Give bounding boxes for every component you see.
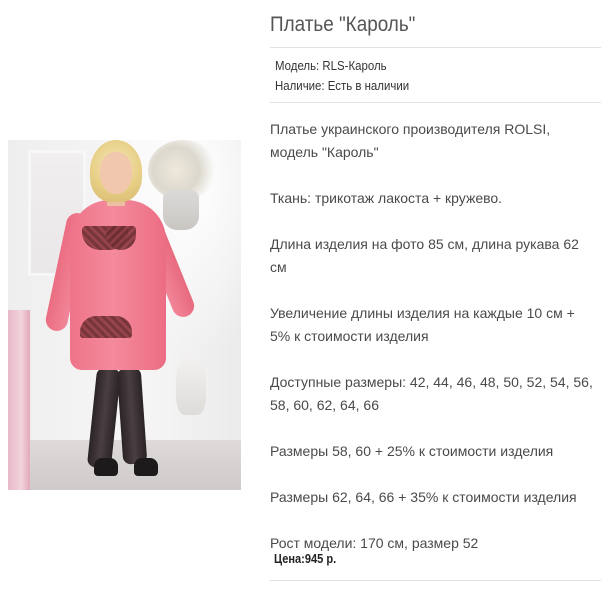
- model-leg-right: [116, 367, 148, 465]
- desc-length-extension: Увеличение длины изделия на каждые 10 см…: [270, 305, 575, 344]
- product-meta: Модель: RLS-Кароль Наличие: Есть в налич…: [275, 56, 409, 96]
- product-photo[interactable]: [8, 140, 241, 490]
- desc-length: Длина изделия на фото 85 см, длина рукав…: [270, 236, 579, 275]
- desc-size-surcharge-62-66: Размеры 62, 64, 66 + 35% к стоимости изд…: [270, 489, 577, 505]
- divider-top: [270, 47, 601, 48]
- product-price: Цена:945 р.: [274, 551, 337, 566]
- model-code: Модель: RLS-Кароль: [275, 58, 387, 73]
- model-shoe-right: [134, 458, 158, 476]
- desc-fabric: Ткань: трикотаж лакоста + кружево.: [270, 190, 503, 206]
- model-figure: [8, 140, 241, 490]
- availability-status: Наличие: Есть в наличии: [275, 78, 410, 93]
- desc-sizes: Доступные размеры: 42, 44, 46, 48, 50, 5…: [270, 374, 593, 413]
- desc-size-surcharge-58-60: Размеры 58, 60 + 25% к стоимости изделия: [270, 443, 554, 459]
- dress-lace-bottom: [80, 316, 132, 338]
- divider-meta: [270, 102, 601, 103]
- model-shoe-left: [94, 458, 118, 476]
- divider-bottom: [270, 580, 601, 581]
- model-leg-left: [86, 367, 122, 469]
- product-title: Платье "Кароль": [270, 13, 416, 36]
- desc-manufacturer: Платье украинского производителя ROLSI, …: [270, 121, 551, 160]
- model-face: [100, 152, 132, 194]
- product-description: Платье украинского производителя ROLSI, …: [270, 118, 601, 578]
